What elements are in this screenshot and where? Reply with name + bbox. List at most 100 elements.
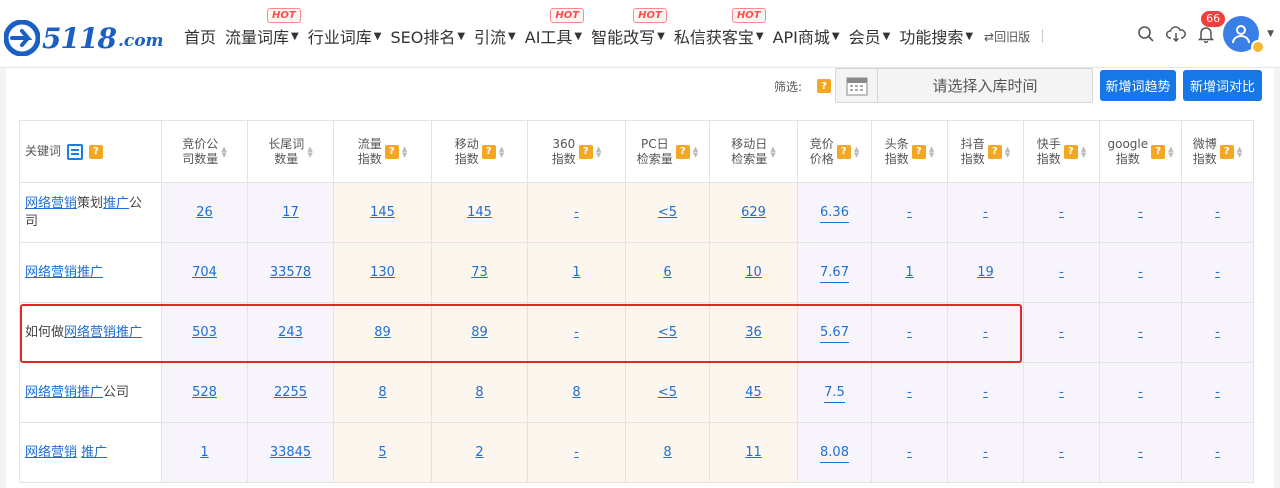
column-header[interactable]: 关键词? bbox=[19, 120, 162, 183]
metric-link[interactable]: 5 bbox=[378, 445, 386, 460]
search-icon[interactable] bbox=[1135, 23, 1157, 45]
sort-icon[interactable]: ▲ ▼ bbox=[854, 145, 859, 158]
metric-link[interactable]: 7.5 bbox=[824, 385, 845, 403]
metric-link[interactable]: - bbox=[1059, 385, 1064, 400]
nav-item[interactable]: API商城 ▼ bbox=[773, 24, 840, 48]
user-avatar[interactable] bbox=[1223, 16, 1266, 54]
column-header[interactable]: 抖音 指数? ▲ ▼ bbox=[947, 120, 1024, 183]
nav-item[interactable]: 首页 bbox=[184, 24, 216, 48]
bell-icon[interactable]: 66 bbox=[1195, 11, 1226, 45]
metric-link[interactable]: 73 bbox=[471, 265, 488, 280]
help-icon[interactable]: ? bbox=[89, 144, 104, 159]
help-icon[interactable]: ? bbox=[836, 144, 851, 159]
sort-icon[interactable]: ▲ ▼ bbox=[1081, 145, 1086, 158]
metric-link[interactable]: 528 bbox=[192, 385, 217, 400]
column-header[interactable]: 长尾词 数量 ▲ ▼ bbox=[247, 120, 334, 183]
new-words-compare-button[interactable]: 新增词对比 bbox=[1183, 70, 1262, 101]
keyword-cell[interactable]: 如何做网络营销推广 bbox=[19, 302, 162, 363]
keyword-cell[interactable]: 网络营销 推广 bbox=[19, 422, 162, 483]
metric-link[interactable]: 1 bbox=[572, 265, 580, 280]
sort-icon[interactable]: ▲ ▼ bbox=[770, 145, 775, 158]
metric-link[interactable]: - bbox=[1215, 265, 1220, 280]
metric-link[interactable]: 89 bbox=[471, 325, 488, 340]
metric-link[interactable]: 33845 bbox=[270, 445, 311, 460]
site-logo[interactable]: 5118 .com bbox=[4, 20, 164, 56]
metric-link[interactable]: 8 bbox=[663, 445, 671, 460]
help-icon[interactable]: ? bbox=[987, 144, 1002, 159]
metric-link[interactable]: - bbox=[983, 385, 988, 400]
help-icon[interactable]: ? bbox=[1219, 144, 1234, 159]
metric-link[interactable]: - bbox=[574, 325, 579, 340]
metric-link[interactable]: 8.08 bbox=[820, 445, 849, 463]
metric-link[interactable]: 89 bbox=[374, 325, 391, 340]
column-header[interactable]: 流量 指数? ▲ ▼ bbox=[333, 120, 432, 183]
keyword-cell[interactable]: 网络营销推广 bbox=[19, 242, 162, 303]
nav-item[interactable]: 智能改写 ▼ HOT bbox=[591, 8, 667, 48]
metric-link[interactable]: 8 bbox=[378, 385, 386, 400]
metric-link[interactable]: - bbox=[1059, 325, 1064, 340]
metric-link[interactable]: 1 bbox=[200, 445, 208, 460]
metric-link[interactable]: 130 bbox=[370, 265, 395, 280]
metric-link[interactable]: 1 bbox=[905, 265, 913, 280]
column-header[interactable]: google 指数? ▲ ▼ bbox=[1099, 120, 1182, 183]
sort-icon[interactable]: ▲ ▼ bbox=[307, 145, 312, 158]
metric-link[interactable]: - bbox=[574, 205, 579, 220]
nav-item[interactable]: SEO排名 ▼ bbox=[390, 24, 465, 48]
metric-link[interactable]: 26 bbox=[196, 205, 213, 220]
nav-item[interactable]: AI工具 ▼ HOT bbox=[525, 8, 585, 48]
sort-icon[interactable]: ▲ ▼ bbox=[929, 145, 934, 158]
help-icon[interactable]: ? bbox=[817, 79, 831, 93]
metric-link[interactable]: - bbox=[983, 325, 988, 340]
avatar-caret-icon[interactable]: ▼ bbox=[1267, 29, 1274, 39]
metric-link[interactable]: - bbox=[1138, 325, 1143, 340]
metric-link[interactable]: <5 bbox=[658, 205, 677, 220]
keyword-cell[interactable]: 网络营销推广公司 bbox=[19, 362, 162, 423]
column-header[interactable]: 竞价 价格? ▲ ▼ bbox=[797, 120, 872, 183]
sort-icon[interactable]: ▲ ▼ bbox=[1005, 145, 1010, 158]
metric-link[interactable]: 17 bbox=[282, 205, 299, 220]
sort-icon[interactable]: ▲ ▼ bbox=[221, 145, 226, 158]
sort-icon[interactable]: ▲ ▼ bbox=[402, 145, 407, 158]
nav-item[interactable]: 流量词库 ▼ HOT bbox=[225, 8, 301, 48]
metric-link[interactable]: - bbox=[907, 445, 912, 460]
keyword-cell[interactable]: 网络营销策划推广公司 bbox=[19, 182, 162, 243]
metric-link[interactable]: 33578 bbox=[270, 265, 311, 280]
metric-link[interactable]: 704 bbox=[192, 265, 217, 280]
metric-link[interactable]: 8 bbox=[475, 385, 483, 400]
metric-link[interactable]: - bbox=[907, 385, 912, 400]
nav-item[interactable]: 会员 ▼ bbox=[849, 24, 891, 48]
metric-link[interactable]: 145 bbox=[467, 205, 492, 220]
column-header[interactable]: 移动日 检索量 ▲ ▼ bbox=[709, 120, 798, 183]
nav-item[interactable]: 行业词库 ▼ bbox=[308, 24, 382, 48]
metric-link[interactable]: - bbox=[1215, 325, 1220, 340]
metric-link[interactable]: <5 bbox=[658, 385, 677, 400]
metric-link[interactable]: 11 bbox=[745, 445, 762, 460]
metric-link[interactable]: 10 bbox=[745, 265, 762, 280]
metric-link[interactable]: - bbox=[1215, 205, 1220, 220]
metric-link[interactable]: - bbox=[983, 445, 988, 460]
metric-link[interactable]: 2 bbox=[475, 445, 483, 460]
metric-link[interactable]: 6.36 bbox=[820, 205, 849, 223]
metric-link[interactable]: - bbox=[574, 445, 579, 460]
date-picker[interactable]: 请选择入库时间 bbox=[835, 68, 1093, 103]
metric-link[interactable]: - bbox=[907, 325, 912, 340]
metric-link[interactable]: - bbox=[1138, 445, 1143, 460]
column-header[interactable]: 360 指数? ▲ ▼ bbox=[527, 120, 626, 183]
metric-link[interactable]: - bbox=[1059, 445, 1064, 460]
metric-link[interactable]: 8 bbox=[572, 385, 580, 400]
sort-icon[interactable]: ▲ ▼ bbox=[1168, 145, 1173, 158]
metric-link[interactable]: 629 bbox=[741, 205, 766, 220]
metric-link[interactable]: 19 bbox=[977, 265, 994, 280]
metric-link[interactable]: - bbox=[907, 205, 912, 220]
nav-item[interactable]: 引流 ▼ bbox=[474, 24, 516, 48]
sort-icon[interactable]: ▲ ▼ bbox=[596, 145, 601, 158]
help-icon[interactable]: ? bbox=[481, 144, 496, 159]
sort-icon[interactable]: ▲ ▼ bbox=[1237, 145, 1242, 158]
sort-icon[interactable]: ▲ ▼ bbox=[499, 145, 504, 158]
help-icon[interactable]: ? bbox=[578, 144, 593, 159]
help-icon[interactable]: ? bbox=[1151, 144, 1166, 159]
column-header[interactable]: 移动 指数? ▲ ▼ bbox=[431, 120, 528, 183]
column-header[interactable]: 头条 指数? ▲ ▼ bbox=[871, 120, 948, 183]
metric-link[interactable]: 503 bbox=[192, 325, 217, 340]
column-header[interactable]: 竞价公 司数量 ▲ ▼ bbox=[161, 120, 248, 183]
